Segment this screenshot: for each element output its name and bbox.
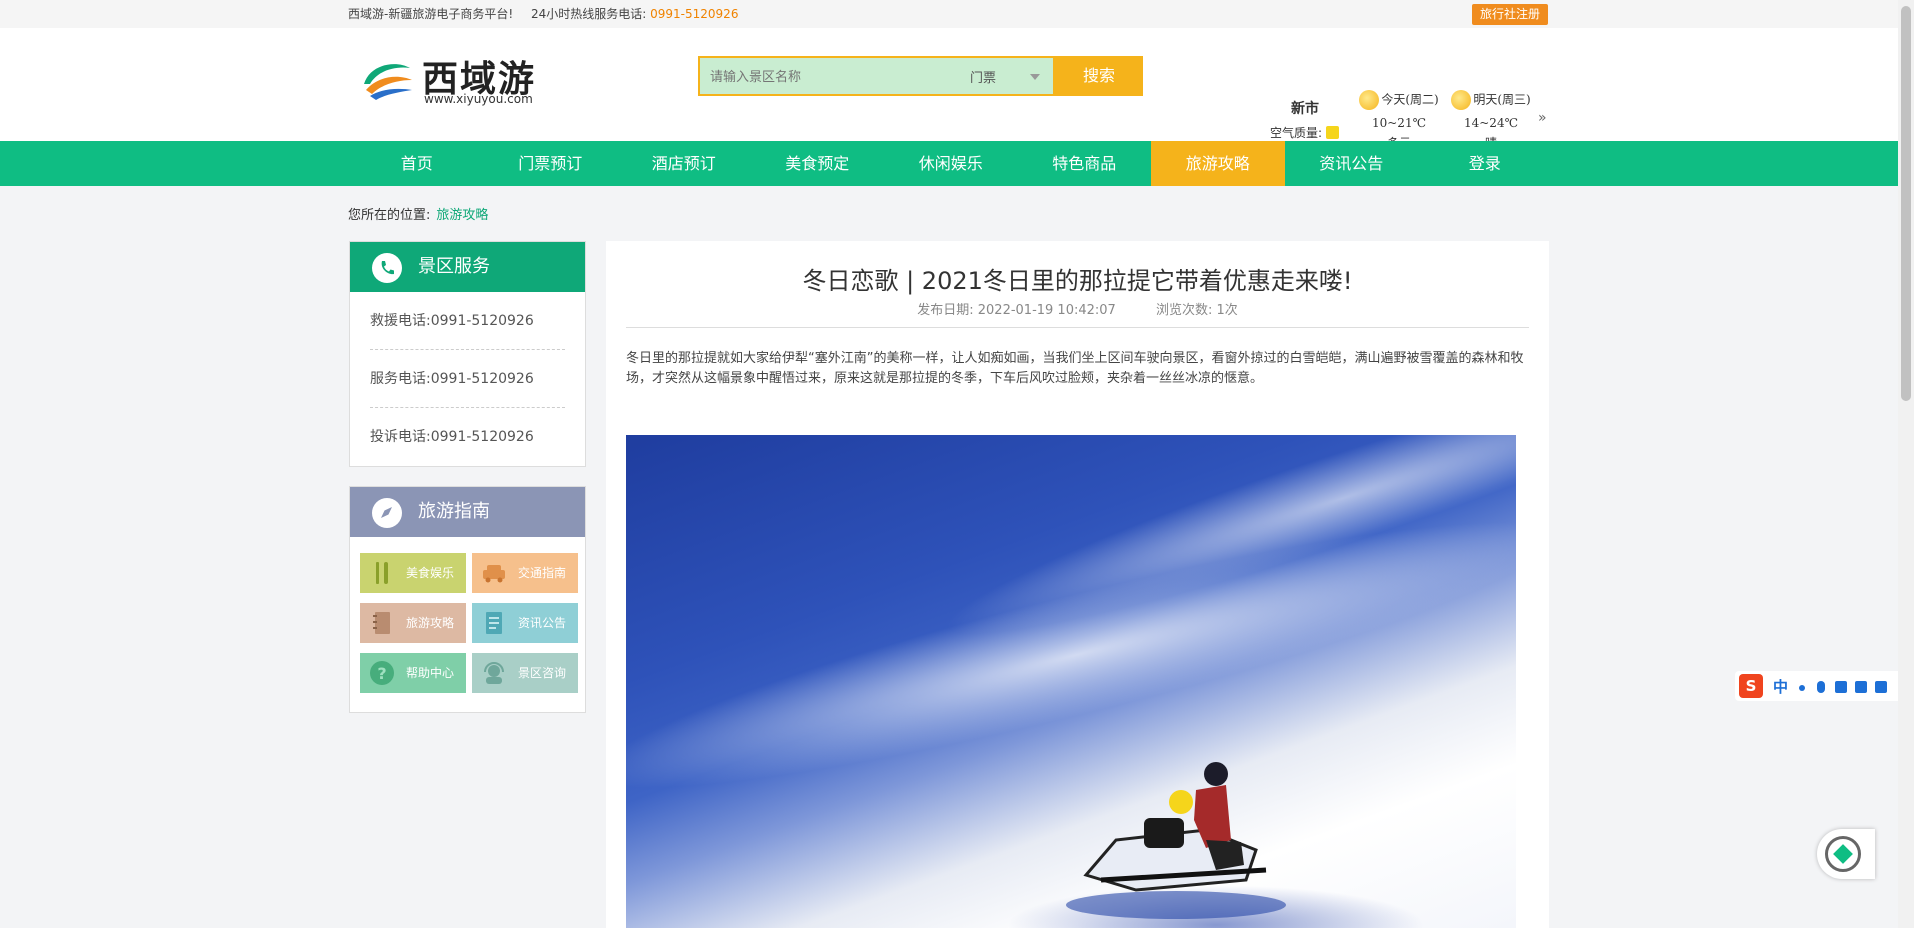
guide-tile-news[interactable]: 资讯公告 <box>472 603 578 643</box>
toolbox-grid-icon[interactable] <box>1875 681 1887 693</box>
top-strip-inner: 西域游-新疆旅游电子商务平台! 24小时热线服务电话: 0991-5120926… <box>348 0 1548 28</box>
published-label: 发布日期: <box>917 303 974 318</box>
air-quality-label: 空气质量: <box>1270 126 1323 140</box>
chevron-down-icon[interactable] <box>1030 74 1040 80</box>
today-temp: 10~21℃ <box>1371 116 1427 130</box>
weather-city: 新市 <box>1291 101 1319 117</box>
published-date: 2022-01-19 10:42:07 <box>977 303 1116 318</box>
guide-tile-label: 景区咨询 <box>518 666 567 680</box>
logo-swirl-icon <box>364 64 412 100</box>
fork-knife-icon <box>376 562 388 584</box>
nav-item-leisure[interactable]: 休闲娱乐 <box>884 141 1018 186</box>
breadcrumb-prefix: 您所在的位置: <box>348 208 431 223</box>
scenic-service-header: 景区服务 <box>350 242 585 292</box>
guide-tile-label: 美食娱乐 <box>406 566 455 580</box>
service-phone: 服务电话:0991-5120926 <box>370 350 565 408</box>
page-scrollbar[interactable] <box>1898 0 1914 928</box>
article-title: 冬日恋歌 | 2021冬日里的那拉提它带着优惠走来喽! <box>802 267 1353 295</box>
site-logo[interactable]: 西域游 www.xiyuyou.com <box>360 50 550 110</box>
search-bar: 门票 搜索 <box>698 56 1146 96</box>
guide-tile-strategy[interactable]: 旅游攻略 <box>360 603 466 643</box>
travel-guide-title: 旅游指南 <box>418 501 490 522</box>
article: 冬日恋歌 | 2021冬日里的那拉提它带着优惠走来喽! 发布日期: 2022-0… <box>606 241 1549 928</box>
guide-tile-label: 交通指南 <box>518 566 567 580</box>
nav-item-login[interactable]: 登录 <box>1418 141 1552 186</box>
search-button[interactable]: 搜索 <box>1055 56 1143 96</box>
site-slogan: 西域游-新疆旅游电子商务平台! <box>348 7 514 21</box>
floating-assistant-button[interactable] <box>1817 829 1875 879</box>
nav-item-home[interactable]: 首页 <box>350 141 484 186</box>
tomorrow-label: 明天(周三) <box>1473 92 1531 107</box>
nav-item-tickets[interactable]: 门票预订 <box>484 141 618 186</box>
article-meta: 发布日期: 2022-01-19 10:42:07 浏览次数: 1次 <box>606 299 1549 318</box>
guide-tile-label: 资讯公告 <box>518 616 567 630</box>
search-box: 门票 <box>698 56 1055 96</box>
logo-url: www.xiyuyou.com <box>424 92 533 106</box>
svg-text:?: ? <box>377 664 386 683</box>
guide-tile-food[interactable]: 美食娱乐 <box>360 553 466 593</box>
air-quality-badge-icon <box>1326 126 1340 139</box>
travel-guide-panel: 旅游指南 美食娱乐 交通指南 旅游攻略 资讯公告 ? 帮助中心 景区咨询 <box>349 486 586 713</box>
breadcrumb: 您所在的位置: 旅游攻略 <box>348 204 488 223</box>
nav-item-food[interactable]: 美食预定 <box>751 141 885 186</box>
document-icon <box>486 612 502 634</box>
nav-item-hotels[interactable]: 酒店预订 <box>617 141 751 186</box>
sun-icon <box>1451 90 1472 110</box>
rescue-phone: 救援电话:0991-5120926 <box>370 292 565 350</box>
breadcrumb-current-link[interactable]: 旅游攻略 <box>436 208 488 223</box>
guide-tile-label: 旅游攻略 <box>406 616 455 630</box>
car-icon <box>483 565 505 583</box>
hotline-label: 24小时热线服务电话: <box>530 7 647 21</box>
search-category-select[interactable]: 门票 <box>970 67 996 86</box>
assistant-diamond-icon <box>1833 844 1853 864</box>
tomorrow-temp: 14~24℃ <box>1463 116 1519 130</box>
nav-item-specialty[interactable]: 特色商品 <box>1018 141 1152 186</box>
weather-more-icon[interactable]: » <box>1538 110 1547 126</box>
guide-tile-help[interactable]: ? 帮助中心 <box>360 653 466 693</box>
agency-register-button[interactable]: 旅行社注册 <box>1471 4 1548 25</box>
cloudy-sun-icon <box>1359 90 1380 110</box>
skin-shirt-icon[interactable] <box>1855 681 1867 693</box>
ime-mode-toggle[interactable]: 中 <box>1773 676 1788 697</box>
search-input[interactable] <box>710 67 940 87</box>
assistant-icon <box>1825 836 1861 872</box>
headset-icon <box>484 662 504 684</box>
scenic-service-title: 景区服务 <box>418 256 490 277</box>
air-quality: 空气质量: <box>1270 124 1340 141</box>
top-strip: 西域游-新疆旅游电子商务平台! 24小时热线服务电话: 0991-5120926… <box>0 0 1914 28</box>
guide-tile-transport[interactable]: 交通指南 <box>472 553 578 593</box>
complaint-phone: 投诉电话:0991-5120926 <box>370 429 534 445</box>
views-label: 浏览次数: <box>1155 303 1213 318</box>
header: 西域游 www.xiyuyou.com 门票 搜索 新市 空气质量: 今天(周二… <box>0 28 1914 150</box>
today-label: 今天(周二) <box>1381 92 1439 107</box>
scrollbar-thumb[interactable] <box>1901 6 1911 401</box>
punctuation-icon[interactable] <box>1799 685 1805 691</box>
travel-guide-header: 旅游指南 <box>350 487 585 537</box>
article-body: 冬日里的那拉提就如大家给伊犁“塞外江南”的美称一样，让人如痴如画，当我们坐上区间… <box>626 351 1524 386</box>
snowmobile-rider-figure <box>1066 762 1286 919</box>
main-nav: 首页 门票预订 酒店预订 美食预定 休闲娱乐 特色商品 旅游攻略 资讯公告 登录 <box>0 141 1914 186</box>
notebook-icon <box>373 612 390 634</box>
weather-widget: 新市 空气质量: 今天(周二) 10~21℃ 多云 明天(周三) 14~24℃ … <box>1270 56 1560 150</box>
title-divider <box>626 327 1529 328</box>
question-icon: ? <box>370 661 394 685</box>
hotline-number: 0991-5120926 <box>650 7 739 21</box>
guide-tile-consult[interactable]: 景区咨询 <box>472 653 578 693</box>
nav-item-travel-guide[interactable]: 旅游攻略 <box>1151 141 1285 186</box>
snowmobile-photo <box>626 435 1516 928</box>
compass-icon <box>372 498 402 528</box>
nav-items: 首页 门票预订 酒店预订 美食预定 休闲娱乐 特色商品 旅游攻略 资讯公告 登录 <box>350 141 1552 186</box>
guide-tiles: 美食娱乐 交通指南 旅游攻略 资讯公告 ? 帮助中心 景区咨询 <box>360 553 578 693</box>
microphone-icon[interactable] <box>1817 681 1825 693</box>
sogou-logo-icon[interactable]: S <box>1739 674 1763 698</box>
ime-toolbar[interactable]: S 中 <box>1735 671 1914 701</box>
phone-icon <box>372 253 402 283</box>
scenic-service-panel: 景区服务 救援电话:0991-5120926 服务电话:0991-5120926… <box>349 241 586 467</box>
guide-tile-label: 帮助中心 <box>406 666 455 680</box>
keyboard-icon[interactable] <box>1835 681 1847 693</box>
views-count: 1次 <box>1216 303 1238 318</box>
nav-item-news[interactable]: 资讯公告 <box>1285 141 1419 186</box>
